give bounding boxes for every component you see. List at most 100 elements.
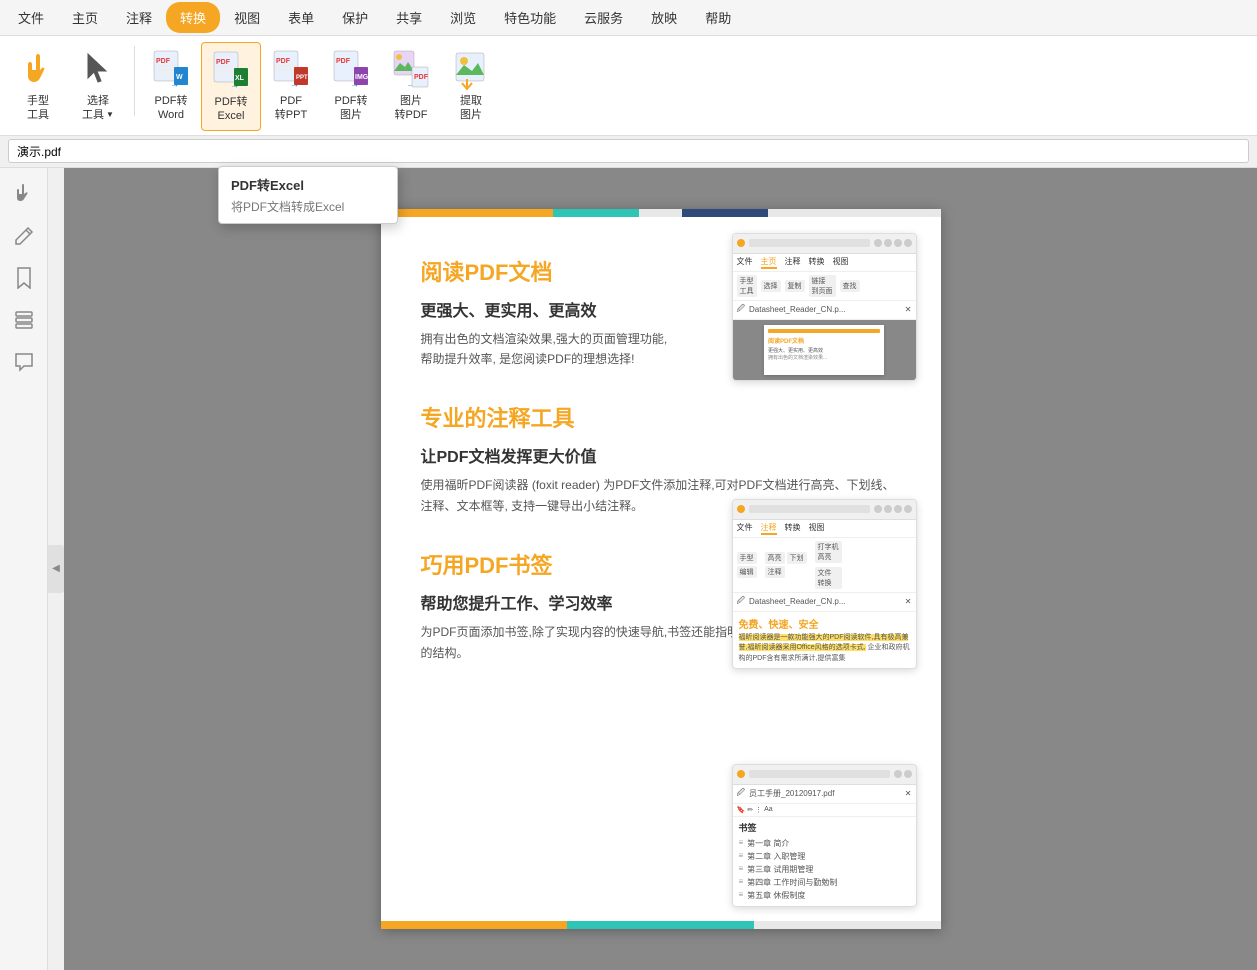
menu-bar: 文件 主页 注释 转换 视图 表单 保护 共享 浏览 特色功能 云服务 放映 帮… [0,0,1257,36]
mini-bk-item-5: 第五章 休假制度 [739,889,910,902]
mini-tab2-close: ✕ [905,597,912,606]
mini-preview-2: 文件 注释 转换 视图 手型 编辑 高亮 下划 [732,499,917,670]
menu-home[interactable]: 主页 [58,2,112,33]
mini-tab2-icon: 🖉 [737,595,746,609]
mini-menu-2: 文件 注释 转换 视图 [733,520,916,538]
mini-ribbon-1: 手型工具 选择 复制 链接到页面 查找 [733,272,916,301]
select-tool-label: 选择 [87,94,109,108]
pdf-to-word-label2: Word [158,108,184,122]
mini-preview-1: 文件 主页 注释 转换 视图 手型工具 选择 复制 链接到页面 查找 🖉 Dat… [732,233,917,381]
mini-icon-bookmark: 🔖 [737,806,746,814]
menu-annotate[interactable]: 注释 [112,2,166,33]
pdf-to-ppt-icon: PDF → PPT [271,48,311,92]
cursor-icon [78,48,118,92]
extract-icon [451,48,491,92]
sidebar-comment-icon[interactable] [6,344,42,380]
svg-text:PDF: PDF [414,74,429,81]
mini-dot-5 [904,239,912,247]
mini-icon-edit: ✏ [747,806,753,814]
mini-menu-file: 文件 [737,256,753,269]
mini-dot2-1 [737,505,745,513]
menu-form[interactable]: 表单 [274,2,328,33]
menu-share[interactable]: 共享 [382,2,436,33]
mini-dot3-1 [737,770,745,778]
mini-bk-item-3: 第三章 试用期管理 [739,863,910,876]
bottom-bar-teal [567,921,754,929]
image-to-pdf-label: 图片 [400,94,422,108]
mini-content-area-1: 阅读PDF文档 更强大、更实用、更高效 拥有出色的文档渲染效果... [733,320,916,380]
image-to-pdf-btn[interactable]: → PDF 图片 转PDF [381,42,441,129]
sidebar-layers-icon[interactable] [6,302,42,338]
select-tool-label2: 工具 ▼ [82,108,114,122]
menu-protect[interactable]: 保护 [328,2,382,33]
mini-bk-item-1: 第一章 简介 [739,837,910,850]
mini2-export: 文件转换 [815,567,842,589]
mini2-hand: 手型 [737,552,757,564]
menu-cloud[interactable]: 云服务 [570,2,637,33]
extract-image-label2: 图片 [460,108,482,122]
mini-dot3-2 [894,770,902,778]
hand-icon [18,48,58,92]
bottom-bar-orange [381,921,568,929]
pdf-to-excel-btn[interactable]: PDF → XL PDF转 Excel [201,42,261,131]
mini-dot-4 [894,239,902,247]
mini-menu-home: 主页 [761,256,777,269]
color-bar-light [768,209,940,217]
mini2-edit: 编辑 [737,566,757,578]
image-to-pdf-label2: 转PDF [395,108,428,122]
sidebar-annotate-icon[interactable] [6,218,42,254]
menu-features[interactable]: 特色功能 [490,2,570,33]
mini-toolbar-3 [733,765,916,785]
mini-menu2-convert: 视图 [809,522,825,535]
color-bar-teal [553,209,639,217]
mini-icon-a-size: Aa [764,806,773,814]
file-path-input[interactable] [8,139,1249,163]
extract-image-btn[interactable]: 提取 图片 [441,42,501,129]
mini-select: 选择 [761,280,781,292]
menu-help[interactable]: 帮助 [691,2,745,33]
menu-file[interactable]: 文件 [4,2,58,33]
menu-present[interactable]: 放映 [637,2,691,33]
mini-icon-bar-3: 🔖 ✏ ⋮ Aa [733,804,916,817]
mini-tab2-label: Datasheet_Reader_CN.p... [749,597,846,606]
mini2-print: 打字机高亮 [815,541,842,563]
divider-1 [134,46,135,116]
svg-text:PPT: PPT [296,75,308,81]
pdf-to-word-btn[interactable]: PDF → W PDF转 Word [141,42,201,129]
pdf-to-image-btn[interactable]: PDF → IMG PDF转 图片 [321,42,381,129]
mini-dot-3 [884,239,892,247]
sidebar-bookmark-icon[interactable] [6,260,42,296]
pdf-to-image-label: PDF转 [335,94,368,108]
mini-tab-icon: 🖉 [737,303,746,317]
pdf-bottom-bar [381,921,941,929]
mini-tab3-close: ✕ [905,789,912,798]
pdf-to-image-icon: PDF → IMG [331,48,371,92]
hand-tool-btn[interactable]: 手型 工具 [8,42,68,129]
mini-tab3-label: 员工手册_20120917.pdf [749,788,834,799]
mini-annot-text: 福昕阅读器是一款功能强大的PDF阅读软件,具有极高兼誉,福昕阅读器采用Offic… [739,633,910,665]
left-sidebar [0,168,48,970]
pdf-to-ppt-btn[interactable]: PDF → PPT PDF 转PPT [261,42,321,129]
image-to-pdf-icon: → PDF [391,48,431,92]
mini-tab-bar-3: 🖉 员工手册_20120917.pdf ✕ [733,785,916,804]
mini-tab3-icon: 🖉 [737,787,746,801]
pdf-page: 阅读PDF文档 更强大、更实用、更高效 拥有出色的文档渲染效果,强大的页面管理功… [381,209,941,929]
address-bar [0,136,1257,168]
tooltip-desc: 将PDF文档转成Excel [231,198,385,215]
menu-view[interactable]: 视图 [220,2,274,33]
pdf-to-excel-label: PDF转 [215,95,248,109]
mini-dot2-2 [874,505,882,513]
pdf-to-ppt-label2: 转PPT [275,108,307,122]
menu-browse[interactable]: 浏览 [436,2,490,33]
mini-annot-content: 免费、快速、安全 福昕阅读器是一款功能强大的PDF阅读软件,具有极高兼誉,福昕阅… [733,612,916,669]
collapse-panel-btn[interactable]: ◀ [48,545,64,593]
mini-menu-view: 视图 [833,256,849,269]
extract-image-label: 提取 [460,94,482,108]
svg-text:XL: XL [235,75,245,82]
mini-hand: 手型工具 [737,275,757,297]
sidebar-hand-icon[interactable] [6,176,42,212]
menu-convert[interactable]: 转换 [166,2,220,33]
mini-highlight-text: 福昕阅读器是一款功能强大的PDF阅读软件,具有极高兼誉,福昕阅读器采用Offic… [739,634,909,652]
mini-preview-3: 🖉 员工手册_20120917.pdf ✕ 🔖 ✏ ⋮ Aa 书签 第一章 简介… [732,764,917,907]
select-tool-btn[interactable]: 选择 工具 ▼ [68,42,128,129]
